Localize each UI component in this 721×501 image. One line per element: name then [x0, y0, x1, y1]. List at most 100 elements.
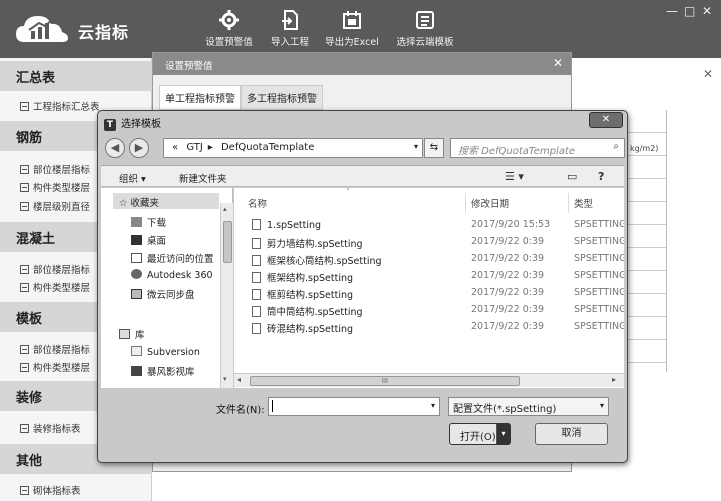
sidebar-item-masonry[interactable]: 砌体指标表 — [20, 483, 81, 497]
file-date: 2017/9/22 0:39 — [471, 287, 545, 298]
nav-item-baofeng[interactable]: 暴风影视库 — [131, 364, 195, 378]
warning-dialog-close-button[interactable]: ✕ — [553, 56, 563, 70]
search-icon[interactable]: ⌕ — [613, 141, 619, 152]
refresh-button[interactable]: ⇆ — [424, 138, 444, 158]
file-name: 1.spSetting — [267, 220, 322, 231]
filetype-value: 配置文件(*.spSetting) — [453, 404, 557, 415]
file-icon — [252, 238, 261, 249]
sidebar-item-decoration[interactable]: 装修指标表 — [20, 421, 81, 435]
file-row[interactable]: 1.spSetting 2017/9/20 15:53 SPSETTING — [234, 217, 624, 234]
column-header-date[interactable]: 修改日期 — [471, 196, 509, 210]
file-row[interactable]: 框剪结构.spSetting 2017/9/22 0:39 SPSETTING — [234, 285, 624, 302]
chevron-down-icon[interactable]: ▾ — [431, 401, 435, 410]
chevron-down-icon[interactable]: ▾ — [414, 142, 418, 151]
nav-item-subversion[interactable]: Subversion — [131, 346, 200, 358]
download-folder-icon — [131, 217, 142, 227]
nav-item-label: Autodesk 360 — [147, 270, 213, 281]
recent-places-icon — [131, 253, 142, 263]
sidebar-item-rebar-component[interactable]: 构件类型楼层 — [20, 180, 90, 194]
breadcrumb-item-template[interactable]: DefQuotaTemplate — [221, 142, 314, 153]
file-type: SPSETTING — [574, 219, 624, 230]
file-type: SPSETTING — [574, 236, 624, 247]
filename-input[interactable]: ▾ — [268, 397, 440, 416]
back-button[interactable]: ◀ — [105, 138, 125, 158]
sidebar-item-formwork-floor[interactable]: 部位楼层指标 — [20, 342, 90, 356]
nav-pane-scrollbar[interactable]: ▴ ▾ — [220, 203, 233, 388]
breadcrumb-separator[interactable]: ▸ — [208, 142, 213, 153]
sidebar-item-project-summary[interactable]: 工程指标汇总表 — [20, 99, 100, 113]
collapse-icon — [20, 102, 29, 111]
open-button[interactable]: 打开(O) ▾ — [449, 423, 511, 445]
preview-pane-icon[interactable]: ▭ — [567, 170, 577, 183]
file-row[interactable]: 砖混结构.spSetting 2017/9/22 0:39 SPSETTING — [234, 319, 624, 336]
scroll-grip: III — [381, 377, 389, 385]
nav-item-autodesk[interactable]: Autodesk 360 — [131, 269, 213, 281]
chevron-down-icon[interactable]: ▾ — [600, 401, 604, 410]
scroll-thumb[interactable] — [223, 221, 232, 263]
collapse-icon — [20, 486, 29, 495]
dialog-app-icon: T — [104, 119, 116, 131]
nav-item-downloads[interactable]: 下载 — [131, 215, 166, 229]
sidebar-item-concrete-component[interactable]: 构件类型楼层 — [20, 280, 90, 294]
maximize-button[interactable]: □ — [684, 4, 695, 18]
export-excel-button[interactable]: 导出为Excel — [322, 10, 382, 50]
tab-multi-project[interactable]: 多工程指标预警 — [241, 85, 323, 110]
minimize-button[interactable]: — — [666, 4, 678, 18]
column-header-name[interactable]: 名称 — [248, 196, 267, 210]
sidebar-item-rebar-floor[interactable]: 部位楼层指标 — [20, 162, 90, 176]
filetype-select[interactable]: 配置文件(*.spSetting) ▾ — [448, 397, 609, 416]
scroll-down-icon[interactable]: ▾ — [223, 375, 227, 383]
column-divider[interactable] — [568, 193, 569, 213]
nav-item-library[interactable]: 库 — [119, 327, 145, 341]
scroll-thumb[interactable]: III — [250, 376, 520, 386]
collapse-icon — [20, 345, 29, 354]
app-title: 云指标 — [78, 23, 130, 42]
file-row[interactable]: 剪力墙结构.spSetting 2017/9/22 0:39 SPSETTING — [234, 234, 624, 251]
nav-item-desktop[interactable]: 桌面 — [131, 233, 166, 247]
breadcrumb-item-gtj[interactable]: GTJ — [186, 142, 202, 153]
close-main-icon[interactable]: ✕ — [703, 67, 713, 81]
file-row[interactable]: 筒中筒结构.spSetting 2017/9/22 0:39 SPSETTING — [234, 302, 624, 319]
breadcrumb-prefix[interactable]: « — [172, 142, 178, 153]
help-icon[interactable]: ? — [598, 170, 604, 183]
set-warning-button[interactable]: 设置预警值 — [203, 10, 255, 50]
search-input[interactable]: 搜索 DefQuotaTemplate ⌕ — [450, 138, 625, 158]
command-bar: 组织 ▾ 新建文件夹 ☰ ▾ ▭ ? — [101, 165, 624, 187]
new-folder-button[interactable]: 新建文件夹 — [179, 171, 227, 185]
sidebar-item-formwork-component[interactable]: 构件类型楼层 — [20, 360, 90, 374]
sidebar-section-summary[interactable]: 汇总表 — [0, 61, 152, 91]
file-type: SPSETTING — [574, 304, 624, 315]
forward-button[interactable]: ▶ — [129, 138, 149, 158]
cloud-template-button[interactable]: 选择云端模板 — [392, 10, 458, 50]
column-divider[interactable] — [465, 193, 466, 213]
nav-item-favorites[interactable]: ☆ 收藏夹 — [119, 195, 159, 209]
nav-item-recent[interactable]: 最近访问的位置 — [131, 251, 214, 265]
file-row[interactable]: 框架核心筒结构.spSetting 2017/9/22 0:39 SPSETTING — [234, 251, 624, 268]
open-options-dropdown[interactable]: ▾ — [496, 424, 510, 444]
app-header: 云指标 设置预警值 导入工程 导出为Excel 选择云端模板 — □ ✕ — [0, 0, 721, 58]
file-name: 砖混结构.spSetting — [267, 324, 354, 335]
cancel-button[interactable]: 取消 — [535, 423, 608, 445]
organize-menu[interactable]: 组织 ▾ — [119, 171, 146, 185]
file-icon — [252, 289, 261, 300]
navigation-pane: ☆ 收藏夹 下载 桌面 最近访问的位置 Autodesk 360 微云同步盘 库… — [101, 188, 233, 388]
scroll-left-icon[interactable]: ◂ — [237, 375, 241, 384]
file-date: 2017/9/22 0:39 — [471, 321, 545, 332]
tab-single-project[interactable]: 单工程指标预警 — [159, 85, 241, 110]
file-dialog-close-button[interactable]: ✕ — [589, 112, 623, 128]
scroll-right-icon[interactable]: ▸ — [612, 375, 616, 384]
close-app-button[interactable]: ✕ — [702, 4, 712, 18]
import-project-button[interactable]: 导入工程 — [267, 10, 313, 50]
scroll-up-icon[interactable]: ▴ — [223, 205, 227, 213]
view-options-icon[interactable]: ☰ ▾ — [505, 170, 524, 183]
file-icon — [252, 306, 261, 317]
address-bar[interactable]: « GTJ ▸ DefQuotaTemplate ▾ — [163, 138, 423, 158]
open-button-label: 打开(O) — [460, 432, 496, 443]
file-list-hscrollbar[interactable]: ◂ III ▸ — [234, 373, 624, 387]
nav-item-weiyun[interactable]: 微云同步盘 — [131, 287, 195, 301]
file-row[interactable]: 框架结构.spSetting 2017/9/22 0:39 SPSETTING — [234, 268, 624, 285]
sidebar-item-concrete-floor[interactable]: 部位楼层指标 — [20, 262, 90, 276]
column-header-type[interactable]: 类型 — [574, 196, 593, 210]
star-icon: ☆ — [119, 198, 131, 209]
sidebar-item-rebar-diameter[interactable]: 楼层级别直径 — [20, 199, 90, 213]
